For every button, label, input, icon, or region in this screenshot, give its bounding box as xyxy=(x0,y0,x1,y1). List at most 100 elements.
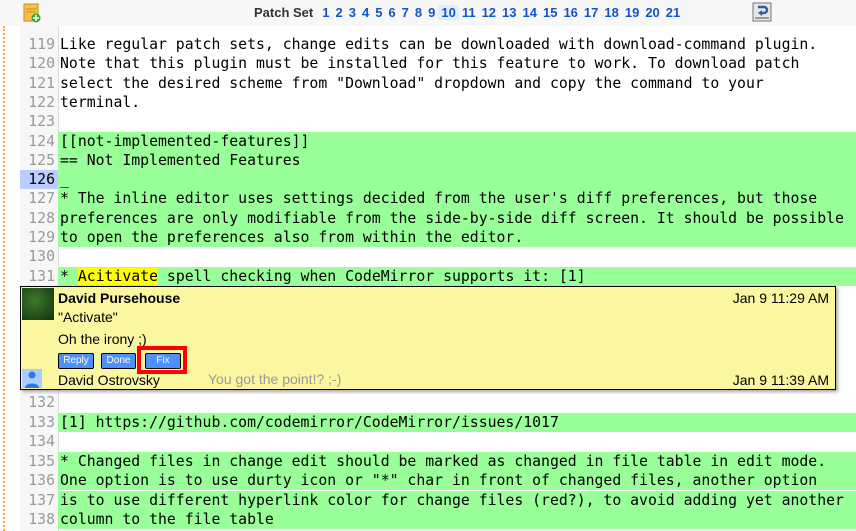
line-content: _ xyxy=(60,171,69,189)
line-number-text: 136 xyxy=(28,472,55,489)
code-line[interactable]: 133 [1] https://github.com/codemirror/Cod… xyxy=(20,412,856,432)
line-content: terminal. xyxy=(60,93,141,111)
line-number[interactable]: 123 xyxy=(20,112,55,131)
line-text[interactable]: == Not Implemented Features xyxy=(58,150,856,171)
patch-set-14[interactable]: 14 xyxy=(520,5,540,20)
code-line[interactable]: 134 xyxy=(20,432,856,451)
code-line[interactable]: 130 xyxy=(20,247,856,266)
line-content: [1] https://github.com/codemirror/CodeMi… xyxy=(60,413,559,431)
code-line[interactable]: 137 is to use different hyperlink color f… xyxy=(20,490,856,510)
code-line[interactable]: 122 terminal. xyxy=(20,93,856,112)
line-number-text: 129 xyxy=(28,229,55,246)
patch-set-20[interactable]: 20 xyxy=(642,5,662,20)
patch-set-6[interactable]: 6 xyxy=(385,5,398,20)
code-line[interactable]: 119 Like regular patch sets, change edits… xyxy=(20,35,856,54)
line-content: * Changed files in change edit should be… xyxy=(60,452,827,470)
line-text[interactable]: Like regular patch sets, change edits ca… xyxy=(58,35,856,54)
patch-set-21[interactable]: 21 xyxy=(663,5,683,20)
code-line[interactable]: 124 [[not-implemented-features]] xyxy=(20,131,856,151)
patch-set-13[interactable]: 13 xyxy=(499,5,519,20)
patch-set-1[interactable]: 1 xyxy=(319,5,332,20)
reply-button[interactable]: Reply xyxy=(58,353,94,369)
line-number[interactable]: 136 xyxy=(20,471,55,490)
line-content: Like regular patch sets, change edits ca… xyxy=(60,36,818,53)
code-line[interactable]: 131 * Acitivate spell checking when CodeM… xyxy=(20,266,856,286)
patch-set-12[interactable]: 12 xyxy=(479,5,499,20)
line-text[interactable]: select the desired scheme from "Download… xyxy=(58,74,856,93)
line-number[interactable]: 132 xyxy=(20,393,55,412)
code-line[interactable]: 135 * Changed files in change edit should… xyxy=(20,451,856,471)
line-number[interactable]: 128 xyxy=(20,209,55,228)
line-number[interactable]: 126 xyxy=(20,170,58,190)
line-number[interactable]: 125 xyxy=(20,151,55,170)
patch-set-8[interactable]: 8 xyxy=(412,5,425,20)
patch-set-17[interactable]: 17 xyxy=(581,5,601,20)
line-text[interactable]: * Acitivate spell checking when CodeMirr… xyxy=(58,266,856,286)
inline-comment: David Pursehouse Jan 9 11:29 AM "Activat… xyxy=(20,286,836,390)
patch-set-2[interactable]: 2 xyxy=(332,5,345,20)
code-line[interactable]: 127 * The inline editor uses settings dec… xyxy=(20,189,856,209)
highlight-box xyxy=(137,346,187,374)
patch-set-18[interactable]: 18 xyxy=(601,5,621,20)
line-number[interactable]: 133 xyxy=(20,413,55,432)
patch-set-4[interactable]: 4 xyxy=(359,5,372,20)
code-line[interactable]: 129 to open the preferences also from wit… xyxy=(20,228,856,248)
patch-set-10[interactable]: 10 xyxy=(438,5,459,20)
avatar xyxy=(22,288,54,320)
code-line[interactable]: 120 Note that this plugin must be install… xyxy=(20,54,856,73)
line-text[interactable]: to open the preferences also from within… xyxy=(58,228,856,248)
line-number[interactable]: 138 xyxy=(20,510,55,529)
line-number[interactable]: 121 xyxy=(20,74,55,93)
code-line[interactable]: 121 select the desired scheme from "Downl… xyxy=(20,74,856,93)
patch-set-19[interactable]: 19 xyxy=(622,5,642,20)
done-button[interactable]: Done xyxy=(101,353,136,369)
line-number[interactable]: 134 xyxy=(20,432,55,451)
code-line[interactable]: 128 preferences are only modifiable from … xyxy=(20,208,856,228)
patch-set-7[interactable]: 7 xyxy=(399,5,412,20)
line-content: [[not-implemented-features]] xyxy=(60,132,310,150)
comment-author: David Pursehouse xyxy=(58,290,181,306)
reply-message[interactable]: You got the point!? ;-) xyxy=(208,371,341,387)
patch-set-15[interactable]: 15 xyxy=(540,5,560,20)
code-line[interactable]: 138 column to the file table xyxy=(20,510,856,530)
patch-set-3[interactable]: 3 xyxy=(346,5,359,20)
code-line[interactable]: 136 One option is to use durty icon or "*… xyxy=(20,471,856,491)
line-number[interactable]: 122 xyxy=(20,93,55,112)
line-text[interactable]: preferences are only modifiable from the… xyxy=(58,208,856,228)
line-number[interactable]: 131 xyxy=(20,267,55,286)
line-text[interactable]: * The inline editor uses settings decide… xyxy=(58,189,856,209)
patch-set-16[interactable]: 16 xyxy=(560,5,580,20)
line-number-text: 137 xyxy=(28,491,55,509)
code-line[interactable]: 126 _ xyxy=(20,170,856,190)
line-text[interactable]: [1] https://github.com/codemirror/CodeMi… xyxy=(58,412,856,432)
line-number[interactable]: 130 xyxy=(20,247,55,266)
patch-set-11[interactable]: 11 xyxy=(459,5,479,20)
line-number[interactable]: 135 xyxy=(20,452,55,471)
patch-set-5[interactable]: 5 xyxy=(372,5,385,20)
add-file-icon[interactable] xyxy=(23,3,41,23)
line-number[interactable]: 137 xyxy=(20,491,55,510)
highlighted-word: Acitivate xyxy=(77,267,159,285)
line-content: == Not Implemented Features xyxy=(60,151,301,169)
code-line[interactable]: 125 == Not Implemented Features xyxy=(20,150,856,171)
line-number-text: 127 xyxy=(28,190,55,208)
line-number[interactable]: 127 xyxy=(20,189,55,208)
line-number[interactable]: 120 xyxy=(20,54,55,73)
download-icon[interactable] xyxy=(752,2,772,22)
line-text[interactable]: column to the file table xyxy=(58,510,856,530)
code-line[interactable]: 123 xyxy=(20,112,856,131)
line-text[interactable]: Note that this plugin must be installed … xyxy=(58,54,856,73)
line-number[interactable]: 129 xyxy=(20,228,55,247)
line-text[interactable]: [[not-implemented-features]] xyxy=(58,131,856,151)
patch-set-9[interactable]: 9 xyxy=(425,5,438,20)
line-number[interactable]: 119 xyxy=(20,35,55,54)
line-text[interactable]: * Changed files in change edit should be… xyxy=(58,451,856,471)
line-text[interactable]: _ xyxy=(58,170,856,190)
line-number[interactable]: 124 xyxy=(20,132,55,151)
line-text[interactable]: terminal. xyxy=(58,93,856,112)
line-text[interactable]: is to use different hyperlink color for … xyxy=(58,490,856,510)
line-number-text: 128 xyxy=(28,209,55,227)
line-text[interactable]: One option is to use durty icon or "*" c… xyxy=(58,471,856,491)
code-line[interactable]: 132 xyxy=(20,393,856,412)
line-content: Note that this plugin must be installed … xyxy=(60,55,800,73)
